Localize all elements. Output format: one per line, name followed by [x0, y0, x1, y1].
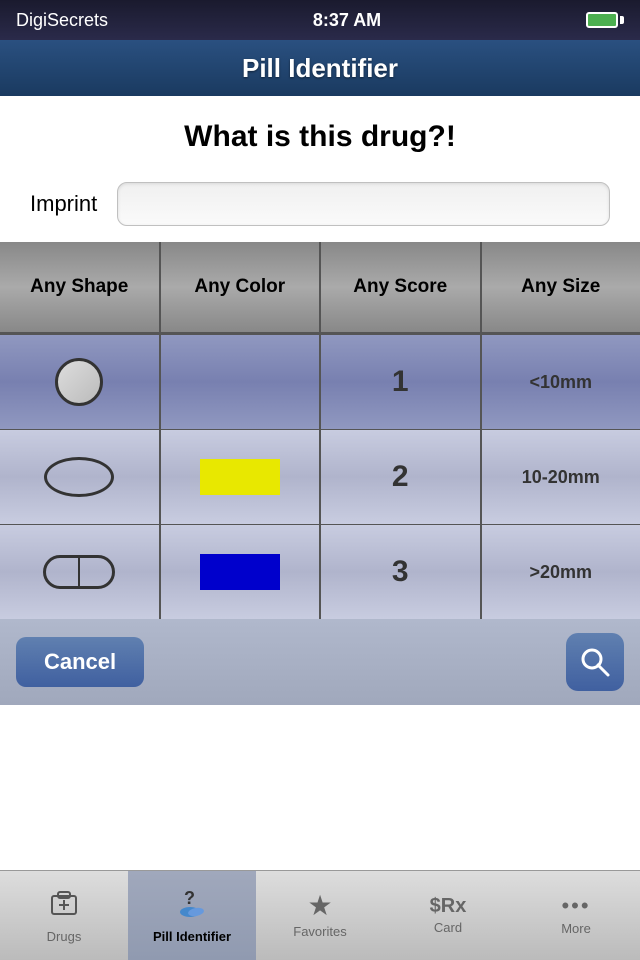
tab-label-pill-identifier: Pill Identifier — [153, 929, 231, 944]
cancel-button[interactable]: Cancel — [16, 637, 144, 687]
shape-cell-circle[interactable] — [0, 335, 161, 429]
header-title: Pill Identifier — [242, 53, 398, 84]
favorites-icon: ★ — [307, 892, 332, 920]
score-cell-3[interactable]: 3 — [321, 525, 482, 619]
main-content: What is this drug?! Imprint — [0, 96, 640, 242]
imprint-input[interactable] — [117, 182, 610, 226]
battery-body — [586, 12, 618, 28]
size-cell-3[interactable]: >20mm — [482, 525, 640, 619]
shape-cell-capsule[interactable] — [0, 525, 161, 619]
drug-question: What is this drug?! — [20, 120, 620, 154]
picker-header-color[interactable]: Any Color — [161, 242, 322, 332]
size-cell-1[interactable]: <10mm — [482, 335, 640, 429]
picker-header-size[interactable]: Any Size — [482, 242, 640, 332]
circle-shape-icon — [55, 358, 103, 406]
picker-row: 3 >20mm — [0, 524, 640, 619]
pill-identifier-icon: ? — [174, 888, 210, 925]
picker-header-shape[interactable]: Any Shape — [0, 242, 161, 332]
tab-label-card: Card — [434, 920, 462, 935]
color-cell-2[interactable] — [161, 430, 322, 524]
search-button[interactable] — [566, 633, 624, 691]
size-label-3: >20mm — [529, 562, 592, 583]
picker-header-score[interactable]: Any Score — [321, 242, 482, 332]
status-time: 8:37 AM — [313, 10, 381, 31]
picker-area: Any Shape Any Color Any Score Any Size 1… — [0, 242, 640, 705]
app-header: Pill Identifier — [0, 40, 640, 96]
color-swatch-blue — [200, 554, 280, 590]
score-number-1: 1 — [392, 365, 409, 399]
color-swatch-yellow — [200, 459, 280, 495]
tab-label-drugs: Drugs — [47, 929, 82, 944]
status-bar: DigiSecrets 8:37 AM — [0, 0, 640, 40]
drugs-icon — [48, 888, 80, 925]
oval-shape-icon — [44, 457, 114, 497]
app-name: DigiSecrets — [16, 10, 108, 31]
search-icon — [579, 646, 611, 678]
tab-item-card[interactable]: $Rx Card — [384, 871, 512, 960]
capsule-shape-icon — [43, 555, 115, 589]
tab-bar: Drugs ? Pill Identifier ★ Favorites $Rx … — [0, 870, 640, 960]
tab-item-favorites[interactable]: ★ Favorites — [256, 871, 384, 960]
size-label-1: <10mm — [529, 372, 592, 393]
bottom-buttons: Cancel — [0, 619, 640, 705]
score-number-2: 2 — [392, 460, 409, 494]
tab-item-drugs[interactable]: Drugs — [0, 871, 128, 960]
more-icon: ••• — [561, 895, 590, 917]
battery-tip — [620, 16, 624, 24]
picker-row: 1 <10mm — [0, 334, 640, 429]
picker-rows: 1 <10mm 2 10-20mm — [0, 334, 640, 619]
svg-text:?: ? — [184, 888, 195, 908]
shape-cell-oval[interactable] — [0, 430, 161, 524]
tab-label-more: More — [561, 921, 591, 936]
size-cell-2[interactable]: 10-20mm — [482, 430, 640, 524]
tab-label-favorites: Favorites — [293, 924, 346, 939]
color-cell-1[interactable] — [161, 335, 322, 429]
picker-headers: Any Shape Any Color Any Score Any Size — [0, 242, 640, 334]
score-number-3: 3 — [392, 555, 409, 589]
battery-icon — [586, 12, 624, 28]
score-cell-1[interactable]: 1 — [321, 335, 482, 429]
card-icon: $Rx — [430, 896, 467, 916]
color-cell-3[interactable] — [161, 525, 322, 619]
size-label-2: 10-20mm — [522, 467, 600, 488]
score-cell-2[interactable]: 2 — [321, 430, 482, 524]
imprint-label: Imprint — [30, 191, 97, 217]
tab-item-pill-identifier[interactable]: ? Pill Identifier — [128, 871, 256, 960]
imprint-row: Imprint — [20, 182, 620, 226]
picker-row: 2 10-20mm — [0, 429, 640, 524]
tab-item-more[interactable]: ••• More — [512, 871, 640, 960]
